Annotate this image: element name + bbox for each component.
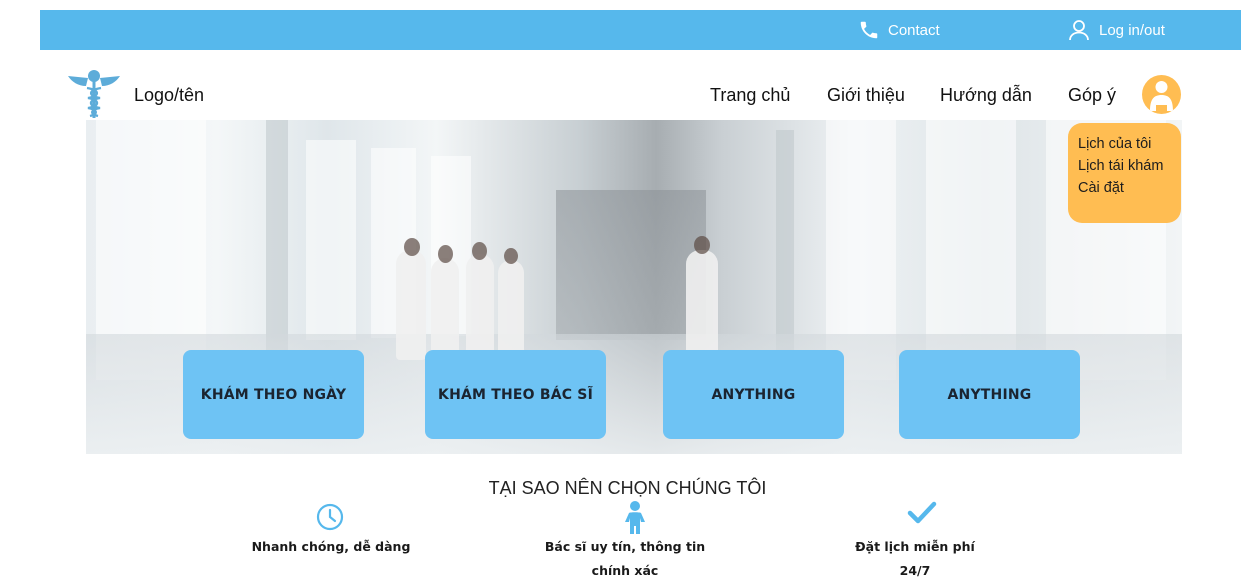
feature-free-booking-line1: Đặt lịch miễn phí [855, 539, 975, 554]
feature-trusted-doctors: Bác sĩ uy tín, thông tin chính xác [525, 535, 725, 577]
hero-banner: KHÁM THEO NGÀY KHÁM THEO BÁC SĨ ANYTHING… [86, 120, 1182, 454]
contact-label: Contact [888, 21, 940, 39]
user-avatar-icon[interactable] [1142, 75, 1181, 114]
contact-link[interactable]: Contact [858, 10, 940, 50]
user-outline-icon [1069, 20, 1089, 41]
login-logout-link[interactable]: Log in/out [1067, 10, 1165, 50]
nav-guide[interactable]: Hướng dẫn [940, 85, 1032, 106]
nav-home[interactable]: Trang chủ [710, 85, 790, 106]
anything-button-2[interactable]: ANYTHING [899, 350, 1080, 439]
checkmark-icon [907, 500, 937, 531]
feature-trusted-doctors-line1: Bác sĩ uy tín, thông tin [544, 539, 706, 554]
feature-fast-easy: Nhanh chóng, dễ dàng [231, 535, 431, 559]
menu-item-settings[interactable]: Cài đặt [1078, 177, 1171, 199]
menu-item-followup-schedule[interactable]: Lịch tái khám [1078, 155, 1171, 177]
caduceus-icon[interactable] [66, 66, 122, 122]
feature-free-booking-line2: 24/7 [899, 563, 931, 577]
phone-icon [860, 21, 878, 39]
login-label: Log in/out [1099, 21, 1165, 39]
menu-item-my-schedule[interactable]: Lịch của tôi [1078, 133, 1171, 155]
nav-about[interactable]: Giới thiệu [827, 85, 905, 106]
clock-icon [316, 503, 344, 536]
nav-feedback[interactable]: Góp ý [1068, 85, 1116, 106]
book-by-date-button[interactable]: KHÁM THEO NGÀY [183, 350, 364, 439]
logo-text[interactable]: Logo/tên [134, 85, 204, 106]
feature-trusted-doctors-line2: chính xác [591, 563, 659, 577]
why-choose-us-title: TẠI SAO NÊN CHỌN CHÚNG TÔI [488, 478, 767, 498]
anything-button-1[interactable]: ANYTHING [663, 350, 844, 439]
feature-free-booking: Đặt lịch miễn phí 24/7 [815, 535, 1015, 577]
person-icon [618, 500, 652, 539]
feature-fast-easy-line1: Nhanh chóng, dễ dàng [251, 539, 411, 554]
book-by-doctor-button[interactable]: KHÁM THEO BÁC SĨ [425, 350, 606, 439]
user-menu-dropdown: Lịch của tôi Lịch tái khám Cài đặt [1068, 123, 1181, 223]
top-bar: Contact Log in/out [40, 10, 1241, 50]
